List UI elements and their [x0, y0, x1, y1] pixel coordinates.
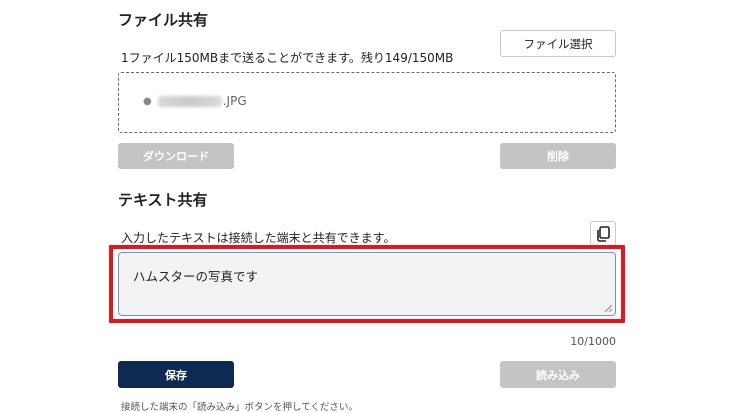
file-name-extension: .JPG: [222, 94, 247, 108]
file-share-title: ファイル共有: [118, 11, 209, 29]
load-button[interactable]: 読み込み: [500, 361, 616, 388]
file-share-description: 1ファイル150MBまで送ることができます。残り149/150MB: [121, 51, 454, 65]
share-page: ファイル共有 1ファイル150MBまで送ることができます。残り149/150MB…: [0, 0, 736, 413]
resize-grip-icon[interactable]: [604, 304, 613, 313]
text-share-title: テキスト共有: [118, 191, 208, 209]
copy-icon: [597, 225, 610, 242]
bullet-icon: ●: [143, 95, 152, 107]
file-list-item: ● .JPG: [143, 94, 247, 108]
delete-button[interactable]: 削除: [500, 143, 616, 169]
blurred-filename: [157, 95, 222, 107]
copy-button[interactable]: [590, 221, 616, 246]
footnote: 接続した端末の「読み込み」ボタンを押してください。: [121, 402, 358, 413]
text-share-description: 入力したテキストは接続した端末と共有できます。: [121, 231, 396, 245]
download-button[interactable]: ダウンロード: [118, 143, 234, 169]
character-counter: 10/1000: [570, 335, 616, 348]
file-select-button[interactable]: ファイル選択: [500, 30, 616, 57]
text-share-input[interactable]: [118, 252, 616, 316]
save-button[interactable]: 保存: [118, 361, 234, 388]
file-dropzone[interactable]: ● .JPG: [118, 72, 616, 133]
